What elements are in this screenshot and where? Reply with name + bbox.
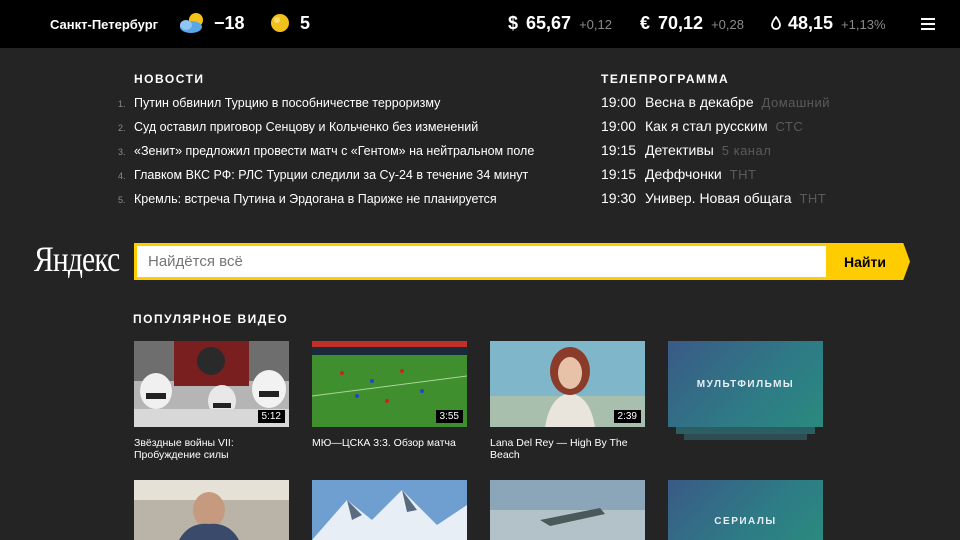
video-duration: 2:39 <box>613 410 641 423</box>
usd-change: +0,12 <box>579 17 612 32</box>
oil-value: 48,15 <box>788 13 834 33</box>
eur-rate[interactable]: €70,12 +0,28 <box>640 13 744 34</box>
video-duration: 5:12 <box>257 410 285 423</box>
oil-rate[interactable]: 48,15 +1,13% <box>771 13 886 34</box>
city-name[interactable]: Санкт-Петербург <box>50 17 158 32</box>
traffic-light-icon[interactable] <box>270 13 290 33</box>
stack-shadow <box>676 427 815 434</box>
stack-shadow <box>684 434 807 440</box>
oil-drop-icon <box>771 15 781 30</box>
video-caption[interactable]: МЮ—ЦСКА 3:3. Обзор матча <box>312 437 462 449</box>
tv-item[interactable]: 19:15 Детективы 5 канал <box>601 140 931 164</box>
top-bar: Санкт-Петербург −18 5 $65,67 +0,12 €70,12… <box>0 0 960 48</box>
dollar-icon: $ <box>508 13 519 33</box>
tv-title[interactable]: ТЕЛЕПРОГРАММА <box>601 72 729 86</box>
news-list: 1. Путин обвинил Турцию в пособничестве т… <box>118 93 578 213</box>
mountains-image <box>312 480 467 540</box>
video-thumbnail-jet[interactable] <box>490 480 645 540</box>
news-item[interactable]: 3. «Зенит» предложил провести матч с «Ген… <box>118 141 578 165</box>
tv-item[interactable]: 19:00 Как я стал русским СТС <box>601 116 931 140</box>
captain-image <box>134 480 289 540</box>
search-button[interactable]: Найти <box>826 243 910 280</box>
search-box <box>134 243 826 280</box>
yandex-logo[interactable]: Яндекс <box>34 238 120 280</box>
eur-change: +0,28 <box>711 17 744 32</box>
video-thumbnail-star-wars[interactable]: 5:12 <box>134 341 289 427</box>
news-item[interactable]: 4. Главком ВКС РФ: РЛС Турции следили за … <box>118 165 578 189</box>
video-caption[interactable]: Звёздные войны VII: Пробуждение силы <box>134 437 284 461</box>
oil-change: +1,13% <box>841 17 886 32</box>
usd-value: 65,67 <box>526 13 572 33</box>
search-input[interactable] <box>137 246 826 277</box>
video-thumbnail-mountains[interactable] <box>312 480 467 540</box>
traffic-score[interactable]: 5 <box>300 13 310 34</box>
video-thumbnail-captain[interactable] <box>134 480 289 540</box>
tv-item[interactable]: 19:00 Весна в декабре Домашний <box>601 92 931 116</box>
category-cartoons[interactable]: МУЛЬТФИЛЬМЫ <box>668 341 823 427</box>
video-caption[interactable]: Lana Del Rey — High By The Beach <box>490 437 640 461</box>
tv-item[interactable]: 19:15 Деффчонки ТНТ <box>601 164 931 188</box>
news-item[interactable]: 2. Суд оставил приговор Сенцову и Кольчен… <box>118 117 578 141</box>
tv-list: 19:00 Весна в декабре Домашний 19:00 Как я… <box>601 92 931 212</box>
video-duration: 3:55 <box>435 410 463 423</box>
jet-image <box>490 480 645 540</box>
temperature[interactable]: −18 <box>214 13 245 34</box>
euro-icon: € <box>640 13 651 33</box>
eur-value: 70,12 <box>658 13 704 33</box>
news-item[interactable]: 5. Кремль: встреча Путина и Эрдогана в Па… <box>118 189 578 213</box>
news-title[interactable]: НОВОСТИ <box>134 72 205 86</box>
tv-item[interactable]: 19:30 Универ. Новая общага ТНТ <box>601 188 931 212</box>
videos-title[interactable]: ПОПУЛЯРНОЕ ВИДЕО <box>133 312 288 326</box>
video-thumbnail-football[interactable]: 3:55 <box>312 341 467 427</box>
usd-rate[interactable]: $65,67 +0,12 <box>508 13 612 34</box>
video-thumbnail-lana-del-rey[interactable]: 2:39 <box>490 341 645 427</box>
partly-cloudy-icon[interactable] <box>178 12 208 34</box>
hamburger-menu-icon[interactable] <box>921 18 935 30</box>
news-item[interactable]: 1. Путин обвинил Турцию в пособничестве т… <box>118 93 578 117</box>
category-series[interactable]: СЕРИАЛЫ <box>668 480 823 540</box>
